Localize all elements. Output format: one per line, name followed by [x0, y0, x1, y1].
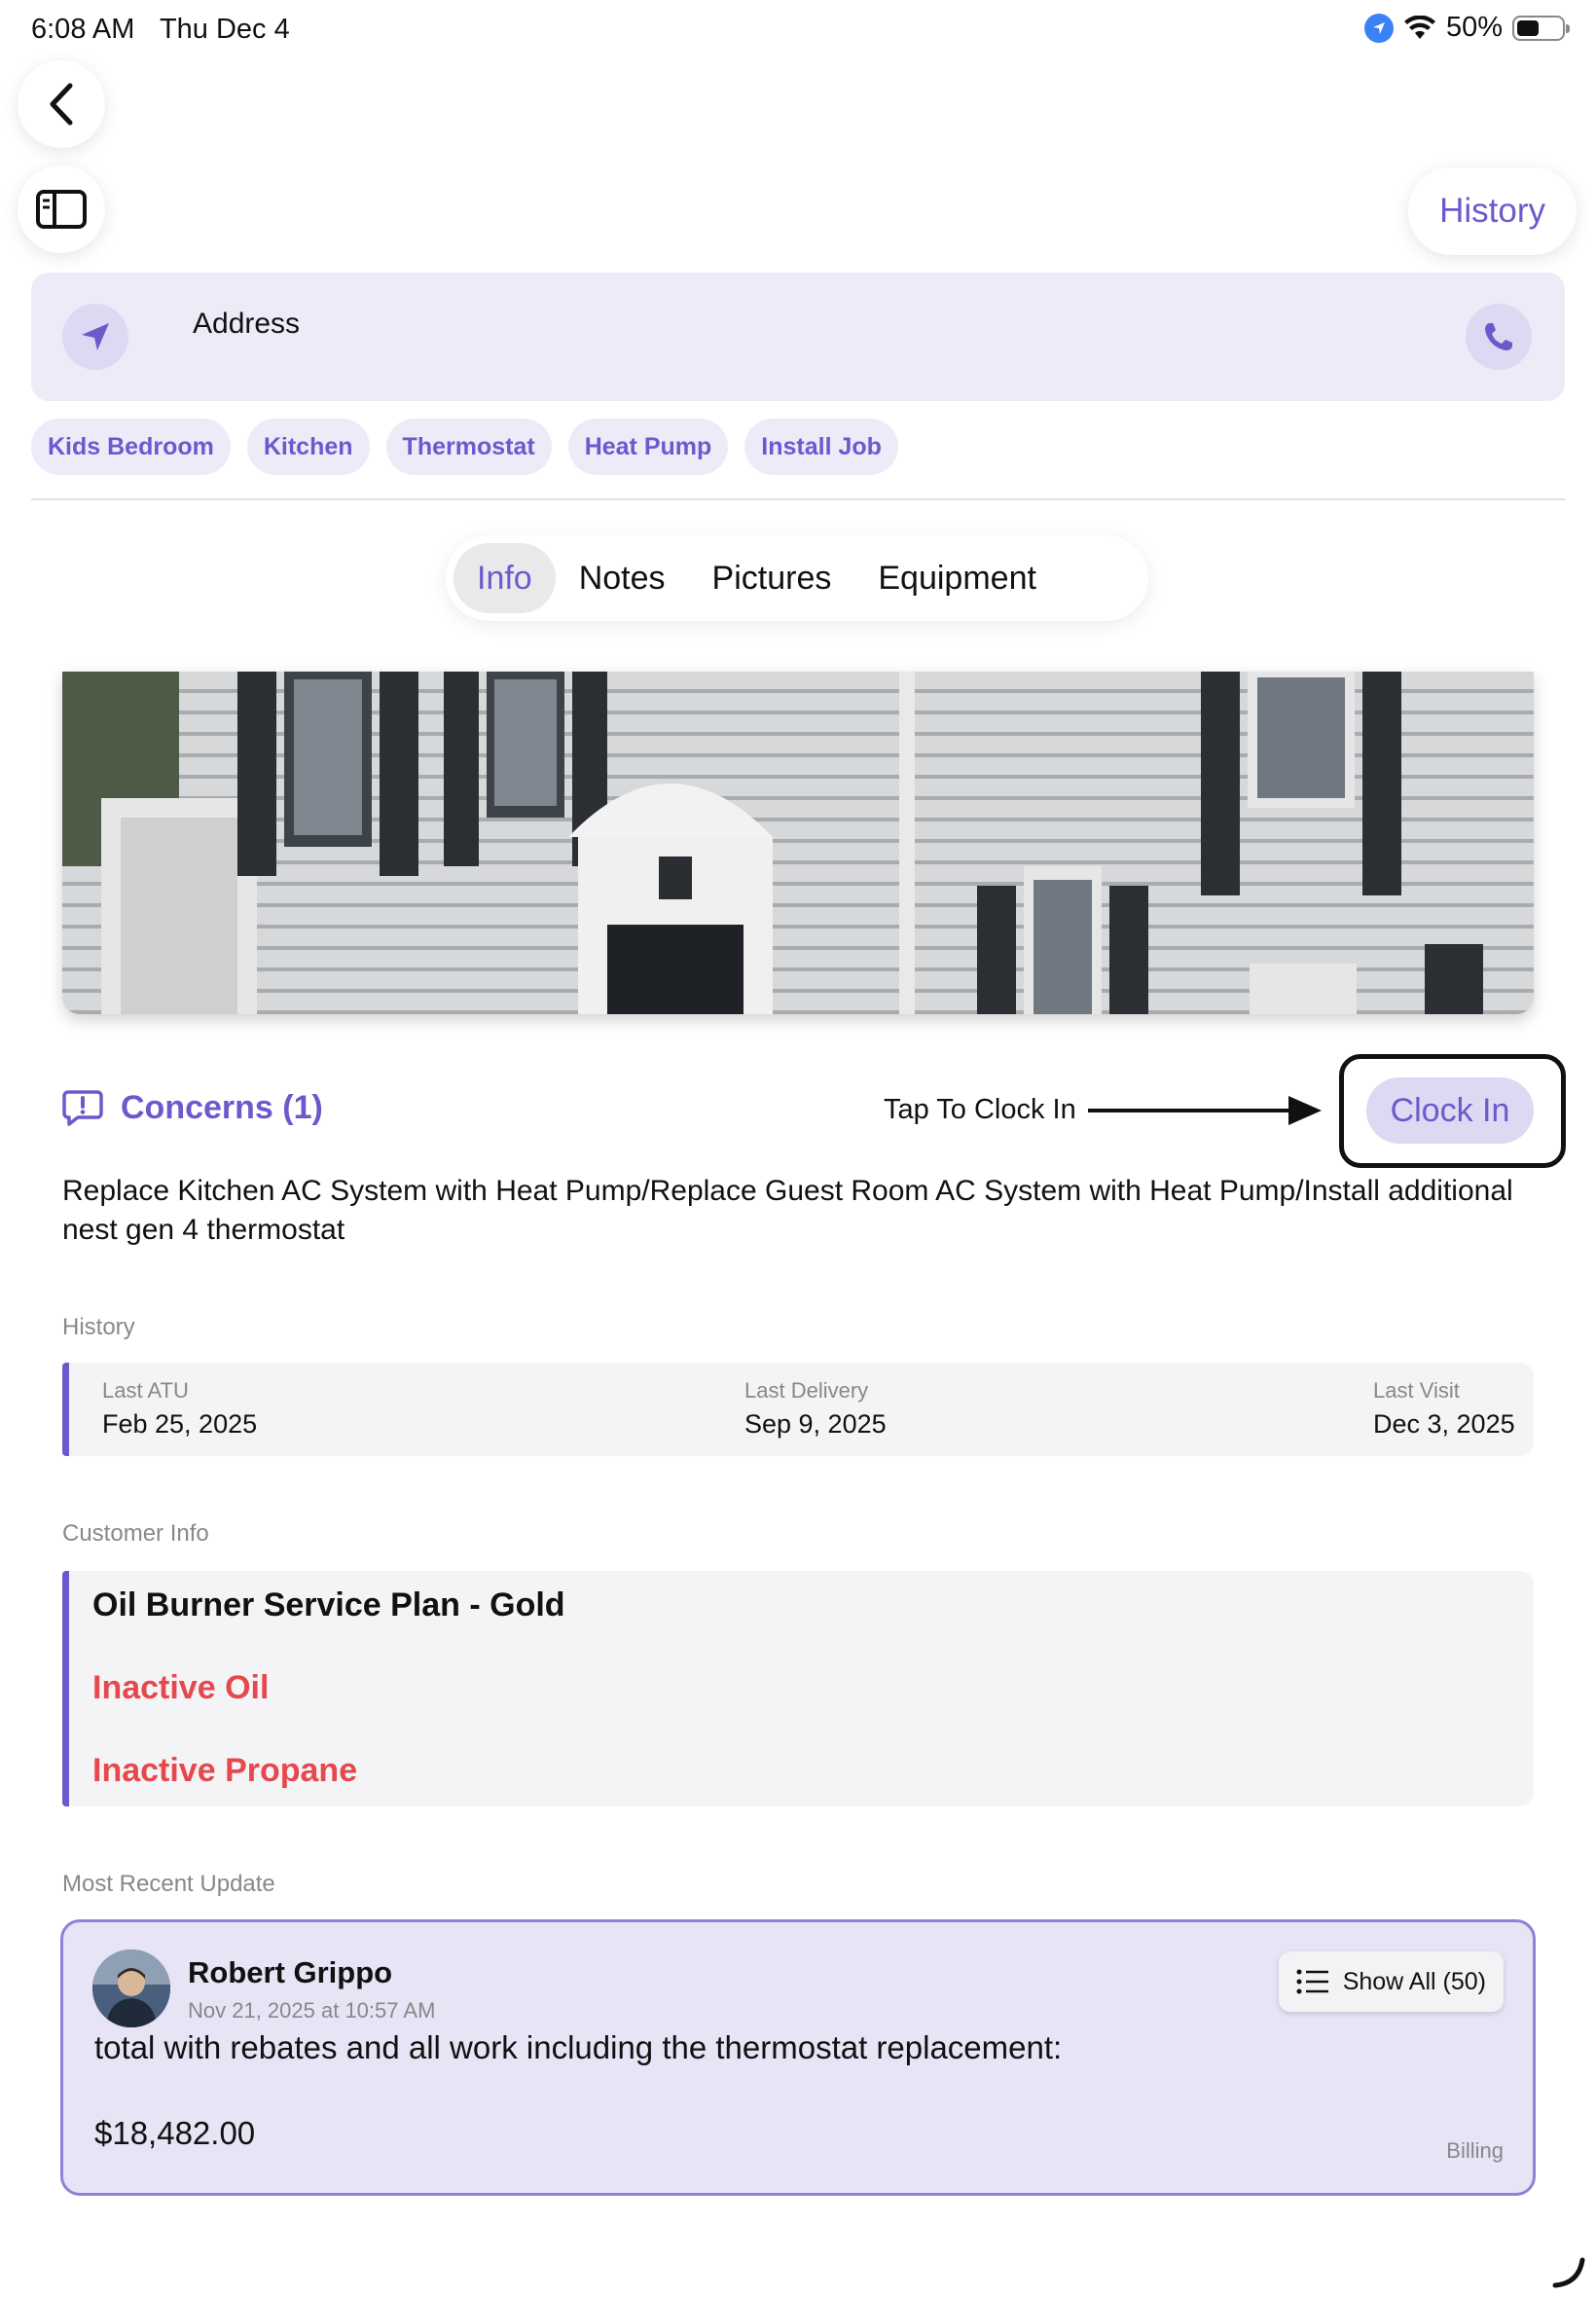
- update-author: Robert Grippo: [188, 1955, 393, 1989]
- customer-info-card: Oil Burner Service Plan - Gold Inactive …: [62, 1571, 1534, 1806]
- battery-percent: 50%: [1445, 12, 1503, 43]
- back-button[interactable]: [18, 60, 105, 148]
- status-time: 6:08 AM: [31, 14, 135, 45]
- divider: [31, 498, 1565, 500]
- history-last-atu: Last ATU Feb 25, 2025: [102, 1378, 257, 1440]
- status-inactive-propane: Inactive Propane: [92, 1752, 358, 1789]
- address-label: Address: [193, 308, 301, 340]
- history-card: Last ATU Feb 25, 2025 Last Delivery Sep …: [62, 1363, 1534, 1456]
- service-plan: Oil Burner Service Plan - Gold: [92, 1586, 565, 1623]
- status-inactive-oil: Inactive Oil: [92, 1669, 270, 1706]
- status-date: Thu Dec 4: [159, 14, 290, 45]
- arrow-right-icon: [1288, 1096, 1322, 1125]
- property-photo: [62, 672, 1534, 1014]
- update-amount: $18,482.00: [94, 2115, 256, 2151]
- status-bar-right: 50%: [1363, 12, 1570, 44]
- history-item-label: Last Visit: [1373, 1378, 1460, 1403]
- concern-description: Replace Kitchen AC System with Heat Pump…: [62, 1175, 1513, 1246]
- concerns-header[interactable]: Concerns (1): [62, 1088, 323, 1127]
- tag-install-job[interactable]: Install Job: [744, 419, 898, 475]
- wifi-icon: [1403, 15, 1435, 39]
- clock-in-hint: Tap To Clock In: [884, 1094, 1076, 1125]
- history-item-value: Dec 3, 2025: [1373, 1409, 1515, 1439]
- clock-in-button[interactable]: Clock In: [1366, 1077, 1534, 1144]
- battery-icon: [1512, 15, 1570, 41]
- history-item-value: Sep 9, 2025: [744, 1409, 887, 1439]
- show-all-button[interactable]: Show All (50): [1278, 1951, 1504, 2012]
- phone-icon[interactable]: [1466, 304, 1532, 370]
- update-category: Billing: [1446, 2138, 1504, 2163]
- history-button[interactable]: History: [1408, 167, 1577, 255]
- recent-update-section-label: Most Recent Update: [62, 1871, 275, 1897]
- tab-info[interactable]: Info: [453, 543, 556, 613]
- tab-notes[interactable]: Notes: [556, 543, 689, 613]
- sidebar-toggle-button[interactable]: [18, 165, 105, 253]
- concerns-label: Concerns (1): [121, 1088, 323, 1126]
- tab-pictures[interactable]: Pictures: [689, 543, 855, 613]
- status-bar-left: 6:08 AM Thu Dec 4: [31, 14, 308, 46]
- tag-thermostat[interactable]: Thermostat: [385, 419, 552, 475]
- update-timestamp: Nov 21, 2025 at 10:57 AM: [188, 1998, 436, 2023]
- history-item-value: Feb 25, 2025: [102, 1409, 258, 1439]
- update-message: total with rebates and all work includin…: [94, 2029, 1063, 2065]
- chevron-left-icon: [50, 83, 73, 126]
- tag-list: Kids Bedroom Kitchen Thermostat Heat Pum…: [31, 419, 898, 475]
- address-card[interactable]: Address: [31, 273, 1565, 401]
- customer-info-section-label: Customer Info: [62, 1520, 209, 1547]
- history-last-visit: Last Visit Dec 3, 2025: [1373, 1378, 1515, 1440]
- navigate-icon[interactable]: [62, 304, 128, 370]
- history-item-label: Last ATU: [102, 1378, 189, 1403]
- tag-kids-bedroom[interactable]: Kids Bedroom: [31, 419, 231, 475]
- tag-heat-pump[interactable]: Heat Pump: [567, 419, 729, 475]
- arrow-line: [1088, 1109, 1292, 1112]
- sidebar-icon: [36, 190, 87, 229]
- battery-fill: [1517, 19, 1539, 36]
- avatar: [92, 1950, 170, 2027]
- resize-handle-icon[interactable]: [1549, 2252, 1588, 2291]
- list-icon: [1296, 1969, 1328, 1994]
- history-section-label: History: [62, 1314, 135, 1340]
- history-last-delivery: Last Delivery Sep 9, 2025: [744, 1378, 887, 1440]
- show-all-label: Show All (50): [1342, 1967, 1486, 1995]
- history-item-label: Last Delivery: [744, 1378, 869, 1403]
- location-icon: [1363, 13, 1394, 43]
- tag-kitchen[interactable]: Kitchen: [246, 419, 370, 475]
- recent-update-card[interactable]: Robert Grippo Nov 21, 2025 at 10:57 AM S…: [60, 1919, 1536, 2196]
- comment-alert-icon: [62, 1090, 103, 1126]
- tab-bar: Info Notes Pictures Equipment: [446, 535, 1148, 621]
- tab-equipment[interactable]: Equipment: [854, 543, 1060, 613]
